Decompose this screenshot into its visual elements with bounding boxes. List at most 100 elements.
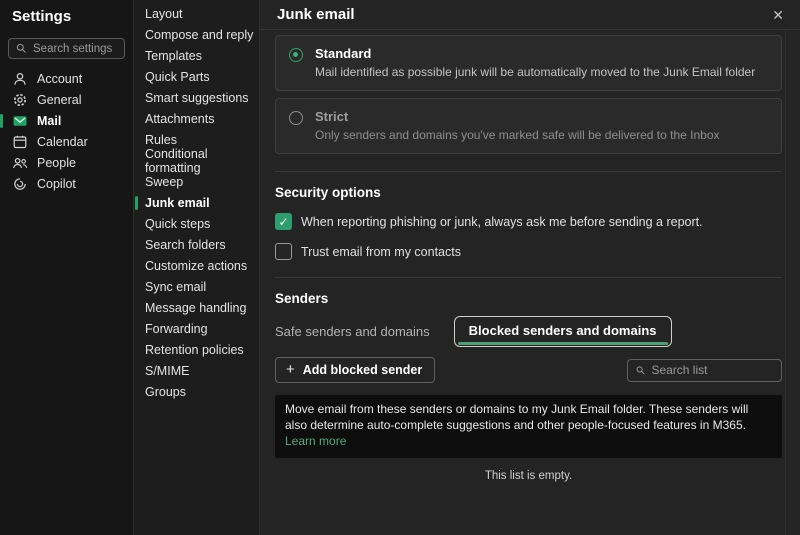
option-description: Mail identified as possible junk will be… (315, 65, 756, 79)
panel-content: Standard Mail identified as possible jun… (260, 30, 800, 482)
mail-settings-subnav: Layout Compose and reply Templates Quick… (134, 0, 260, 535)
blocked-list-search[interactable] (627, 358, 782, 382)
subnav-label: Layout (145, 6, 183, 21)
settings-search-input[interactable] (33, 42, 118, 55)
checkbox-label: Trust email from my contacts (301, 244, 461, 259)
subnav-item-quick-parts[interactable]: Quick Parts (134, 66, 259, 87)
subnav-label: Retention policies (145, 342, 244, 357)
mail-icon (13, 115, 27, 126)
sidebar-item-copilot[interactable]: Copilot (0, 173, 133, 194)
sidebar-item-label: Account (37, 71, 83, 86)
sidebar-item-label: Calendar (37, 134, 88, 149)
subnav-item-customize-actions[interactable]: Customize actions (134, 255, 259, 276)
people-icon (13, 157, 28, 168)
checkbox-checked[interactable]: ✓ (275, 213, 292, 230)
subnav-label: Sweep (145, 174, 184, 189)
subnav-item-sync-email[interactable]: Sync email (134, 276, 259, 297)
checkbox-row-trust-contacts[interactable]: Trust email from my contacts (275, 243, 782, 260)
banner-text: Move email from these senders or domains… (285, 402, 749, 433)
close-icon[interactable]: ✕ (772, 8, 784, 22)
subnav-label: Sync email (145, 279, 207, 294)
subnav-label: Compose and reply (145, 27, 254, 42)
sidebar-item-people[interactable]: People (0, 152, 133, 173)
option-title: Strict (315, 109, 349, 124)
account-icon (14, 72, 26, 85)
subnav-label: Attachments (145, 111, 215, 126)
blocked-list-actions: + Add blocked sender (275, 357, 782, 383)
panel-header: Junk email ✕ (260, 0, 800, 30)
sidebar-item-label: Mail (37, 113, 62, 128)
senders-tabs: Safe senders and domains Blocked senders… (275, 316, 782, 347)
subnav-item-sweep[interactable]: Sweep (134, 171, 259, 192)
tab-blocked-senders[interactable]: Blocked senders and domains (453, 316, 672, 347)
selected-accent-bar (0, 113, 3, 128)
option-title: Standard (315, 46, 372, 61)
checkbox-unchecked[interactable] (275, 243, 292, 260)
subnav-label: Forwarding (145, 321, 208, 336)
sidebar-item-general[interactable]: General (0, 89, 133, 110)
sidebar-item-calendar[interactable]: Calendar (0, 131, 133, 152)
subnav-label: Search folders (145, 237, 226, 252)
add-blocked-sender-button[interactable]: + Add blocked sender (275, 357, 436, 383)
selected-accent-bar (135, 195, 138, 210)
subnav-label: Rules (145, 132, 177, 147)
sidebar-item-label: General (37, 92, 82, 107)
option-description: Only senders and domains you've marked s… (315, 128, 720, 142)
subnav-label: Message handling (145, 300, 247, 315)
radio-option-standard[interactable]: Standard Mail identified as possible jun… (275, 35, 782, 91)
subnav-label: Groups (145, 384, 186, 399)
settings-sidebar: Settings Account General (0, 0, 134, 535)
plus-icon: + (286, 361, 295, 378)
subnav-label: Templates (145, 48, 202, 63)
calendar-icon (13, 135, 27, 148)
subnav-item-junk-email[interactable]: Junk email (134, 192, 259, 213)
gear-icon (14, 93, 26, 106)
sidebar-item-mail[interactable]: Mail (0, 110, 133, 131)
sidebar-item-label: People (37, 155, 76, 170)
subnav-item-attachments[interactable]: Attachments (134, 108, 259, 129)
subnav-item-retention-policies[interactable]: Retention policies (134, 339, 259, 360)
sidebar-item-account[interactable]: Account (0, 68, 133, 89)
subnav-item-conditional-formatting[interactable]: Conditional formatting (134, 147, 259, 175)
subnav-item-layout[interactable]: Layout (134, 3, 259, 24)
radio-standard[interactable] (289, 48, 303, 62)
subnav-item-compose-and-reply[interactable]: Compose and reply (134, 24, 259, 45)
subnav-item-templates[interactable]: Templates (134, 45, 259, 66)
subnav-item-forwarding[interactable]: Forwarding (134, 318, 259, 339)
section-divider (275, 277, 782, 278)
search-icon (636, 365, 645, 374)
section-divider (275, 171, 782, 172)
learn-more-link[interactable]: Learn more (285, 434, 346, 448)
subnav-item-search-folders[interactable]: Search folders (134, 234, 259, 255)
subnav-item-groups[interactable]: Groups (134, 381, 259, 402)
subnav-label: Junk email (145, 195, 210, 210)
subnav-item-quick-steps[interactable]: Quick steps (134, 213, 259, 234)
add-button-label: Add blocked sender (302, 362, 423, 377)
copilot-icon (14, 177, 26, 190)
tab-active-underline (457, 342, 668, 345)
radio-option-text: Strict Only senders and domains you've m… (315, 109, 720, 142)
radio-strict[interactable] (289, 111, 303, 125)
subnav-label: Quick steps (145, 216, 211, 231)
tab-safe-senders[interactable]: Safe senders and domains (275, 317, 430, 346)
subnav-item-smart-suggestions[interactable]: Smart suggestions (134, 87, 259, 108)
subnav-label: Smart suggestions (145, 90, 249, 105)
blocked-senders-info-banner: Move email from these senders or domains… (275, 395, 782, 458)
radio-option-strict[interactable]: Strict Only senders and domains you've m… (275, 98, 782, 154)
scrollbar-gutter (785, 30, 786, 535)
senders-heading: Senders (275, 291, 329, 306)
radio-option-text: Standard Mail identified as possible jun… (315, 46, 755, 79)
junk-email-panel: Junk email ✕ Standard Mail identified as… (260, 0, 800, 535)
checkbox-row-reporting[interactable]: ✓ When reporting phishing or junk, alway… (275, 213, 782, 230)
settings-title: Settings (12, 8, 72, 25)
checkbox-label: When reporting phishing or junk, always … (301, 214, 703, 229)
subnav-item-smime[interactable]: S/MIME (134, 360, 259, 381)
subnav-item-message-handling[interactable]: Message handling (134, 297, 259, 318)
subnav-label: Quick Parts (145, 69, 210, 84)
settings-search[interactable] (8, 38, 125, 59)
search-icon (16, 43, 26, 53)
blocked-list-search-input[interactable] (651, 363, 774, 377)
subnav-label: S/MIME (145, 363, 190, 378)
empty-list-message: This list is empty. (484, 469, 573, 482)
settings-nav: Account General Mail Calendar People Cop… (0, 68, 133, 194)
